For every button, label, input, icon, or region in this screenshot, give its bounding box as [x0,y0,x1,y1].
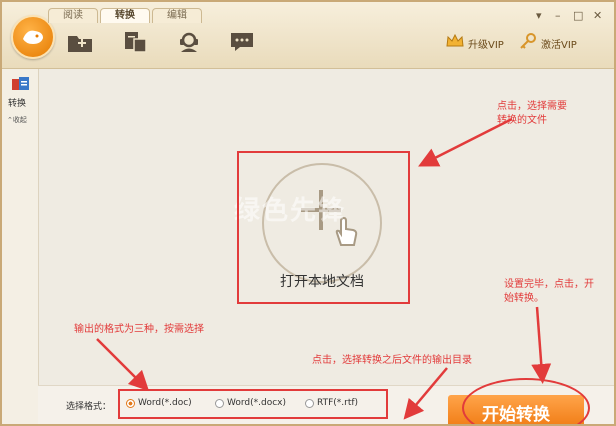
app-window: 阅读 转换 编辑 ▾ – □ ✕ 升级VIP 激活VIP 转换 ⌃收起 绿色先锋… [0,0,616,426]
arrow-select-file [418,117,513,167]
annotation-arrows [96,117,552,420]
arrow-start [531,306,552,384]
arrow-output-dir [403,367,448,420]
arrow-formats [96,338,150,392]
